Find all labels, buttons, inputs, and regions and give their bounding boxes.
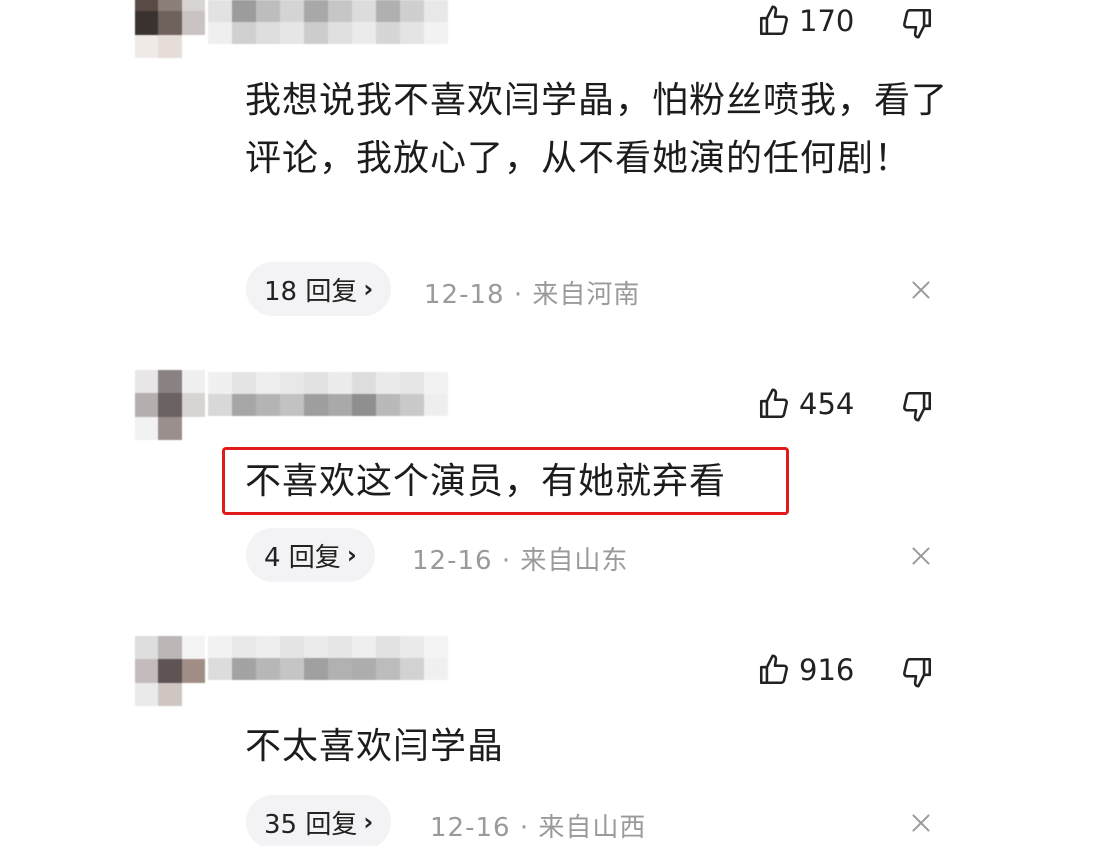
comment-meta: 12-16 · 来自山东 — [412, 540, 628, 577]
thumbs-down-icon[interactable] — [900, 389, 934, 423]
close-icon[interactable] — [908, 543, 934, 569]
chevron-right-icon: › — [363, 808, 374, 836]
comment-list: 170 我想说我不喜欢闫学晶，怕粉丝喷我，看了评论，我放心了，从不看她演的任何剧… — [0, 0, 1116, 846]
thumbs-up-icon — [759, 388, 788, 419]
username[interactable] — [208, 0, 448, 44]
avatar[interactable] — [135, 0, 205, 58]
thumbs-up-icon — [759, 654, 788, 685]
chevron-right-icon: › — [346, 541, 357, 569]
username[interactable] — [208, 636, 448, 680]
comment-meta: 12-16 · 来自山西 — [430, 807, 646, 844]
thumbs-down-icon[interactable] — [900, 655, 934, 689]
thumbs-down-icon[interactable] — [900, 6, 934, 40]
like-button[interactable]: 454 — [757, 387, 854, 421]
comment-text: 不太喜欢闫学晶 — [245, 726, 505, 767]
like-count: 170 — [799, 4, 855, 38]
avatar[interactable] — [135, 370, 205, 440]
like-count: 454 — [799, 387, 855, 421]
reply-count-label: 35 回复 — [264, 809, 358, 840]
reply-button[interactable]: 35 回复 › — [246, 795, 392, 846]
meta-separator: · — [501, 546, 512, 576]
username[interactable] — [208, 372, 448, 416]
avatar[interactable] — [135, 636, 205, 706]
comment-location: 来自山东 — [520, 546, 629, 576]
reply-button[interactable]: 4 回复 › — [246, 528, 375, 582]
comment-date: 12-18 — [424, 280, 505, 310]
meta-separator: · — [519, 813, 530, 843]
thumbs-up-icon — [759, 5, 788, 36]
comment-date: 12-16 — [430, 813, 511, 843]
comment-meta: 12-18 · 来自河南 — [424, 274, 640, 311]
reply-count-label: 4 回复 — [264, 542, 341, 573]
reply-button[interactable]: 18 回复 › — [246, 262, 392, 316]
comment-location: 来自山西 — [538, 813, 647, 843]
reply-count-label: 18 回复 — [264, 276, 358, 307]
like-count: 916 — [799, 653, 855, 687]
chevron-right-icon: › — [363, 275, 374, 303]
comment-text: 不喜欢这个演员，有她就弃看 — [245, 461, 727, 502]
close-icon[interactable] — [908, 277, 934, 303]
like-button[interactable]: 170 — [757, 4, 854, 38]
like-button[interactable]: 916 — [757, 653, 854, 687]
close-icon[interactable] — [908, 810, 934, 836]
comment-location: 来自河南 — [532, 280, 641, 310]
comment-date: 12-16 — [412, 546, 493, 576]
meta-separator: · — [513, 280, 524, 310]
comment-text: 我想说我不喜欢闫学晶，怕粉丝喷我，看了评论，我放心了，从不看她演的任何剧！ — [245, 80, 949, 179]
